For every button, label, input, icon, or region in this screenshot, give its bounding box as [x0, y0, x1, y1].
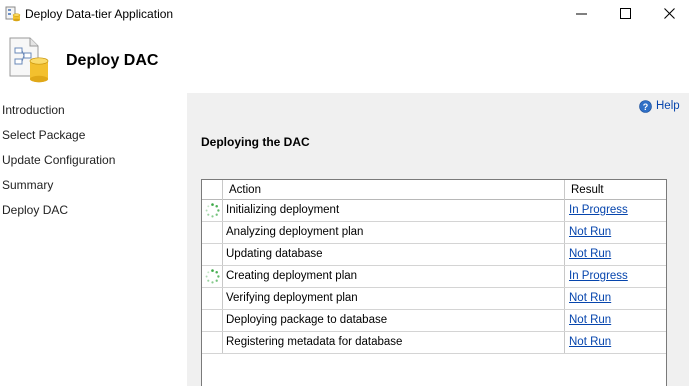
- window-title: Deploy Data-tier Application: [25, 7, 174, 21]
- result-link[interactable]: In Progress: [569, 204, 628, 216]
- status-cell: [202, 266, 222, 287]
- action-cell: Updating database: [226, 248, 323, 260]
- deployment-steps-table: Action Result Initializing deployment In…: [201, 179, 667, 386]
- app-icon: [5, 6, 21, 22]
- data-tier-app-icon: [9, 37, 49, 83]
- wizard-nav: Introduction Select Package Update Confi…: [0, 93, 185, 386]
- result-link[interactable]: Not Run: [569, 292, 611, 304]
- table-row[interactable]: Registering metadata for database Not Ru…: [202, 332, 666, 354]
- column-header-action[interactable]: Action: [229, 184, 261, 196]
- column-header-result[interactable]: Result: [571, 184, 604, 196]
- table-row[interactable]: Initializing deployment In Progress: [202, 200, 666, 222]
- nav-item-select-package[interactable]: Select Package: [2, 128, 85, 142]
- close-icon: [664, 8, 675, 19]
- table-row[interactable]: Creating deployment plan In Progress: [202, 266, 666, 288]
- table-row[interactable]: Verifying deployment plan Not Run: [202, 288, 666, 310]
- title-bar: Deploy Data-tier Application: [0, 0, 689, 28]
- help-label[interactable]: Help: [656, 100, 680, 112]
- spinner-icon: [205, 269, 220, 284]
- nav-item-summary[interactable]: Summary: [2, 178, 53, 192]
- result-link[interactable]: Not Run: [569, 226, 611, 238]
- table-row[interactable]: Updating database Not Run: [202, 244, 666, 266]
- action-cell: Creating deployment plan: [226, 270, 358, 282]
- status-cell: [202, 310, 222, 331]
- nav-item-introduction[interactable]: Introduction: [2, 103, 65, 117]
- minimize-icon: [576, 13, 587, 15]
- nav-item-update-configuration[interactable]: Update Configuration: [2, 153, 115, 167]
- wizard-header: Deploy DAC: [0, 28, 689, 93]
- section-title: Deploying the DAC: [201, 135, 310, 149]
- svg-text:?: ?: [643, 102, 649, 112]
- result-link[interactable]: In Progress: [569, 270, 628, 282]
- result-link[interactable]: Not Run: [569, 314, 611, 326]
- nav-item-deploy-dac[interactable]: Deploy DAC: [2, 203, 68, 217]
- status-cell: [202, 288, 222, 309]
- maximize-icon: [620, 8, 631, 19]
- action-cell: Initializing deployment: [226, 204, 340, 216]
- table-row[interactable]: Deploying package to database Not Run: [202, 310, 666, 332]
- maximize-button[interactable]: [606, 0, 646, 28]
- status-cell: [202, 332, 222, 353]
- table-header: Action Result: [202, 180, 666, 200]
- table-row[interactable]: Analyzing deployment plan Not Run: [202, 222, 666, 244]
- action-cell: Analyzing deployment plan: [226, 226, 364, 238]
- action-cell: Deploying package to database: [226, 314, 388, 326]
- action-cell: Verifying deployment plan: [226, 292, 358, 304]
- close-button[interactable]: [650, 0, 689, 28]
- help-icon: ?: [639, 100, 652, 113]
- result-link[interactable]: Not Run: [569, 336, 611, 348]
- page-title: Deploy DAC: [66, 52, 159, 69]
- result-link[interactable]: Not Run: [569, 248, 611, 260]
- status-cell: [202, 200, 222, 221]
- main-panel: ? Help Deploying the DAC Action Result I…: [187, 93, 689, 386]
- spinner-icon: [205, 203, 220, 218]
- minimize-button[interactable]: [562, 0, 602, 28]
- action-cell: Registering metadata for database: [226, 336, 403, 348]
- status-cell: [202, 244, 222, 265]
- status-cell: [202, 222, 222, 243]
